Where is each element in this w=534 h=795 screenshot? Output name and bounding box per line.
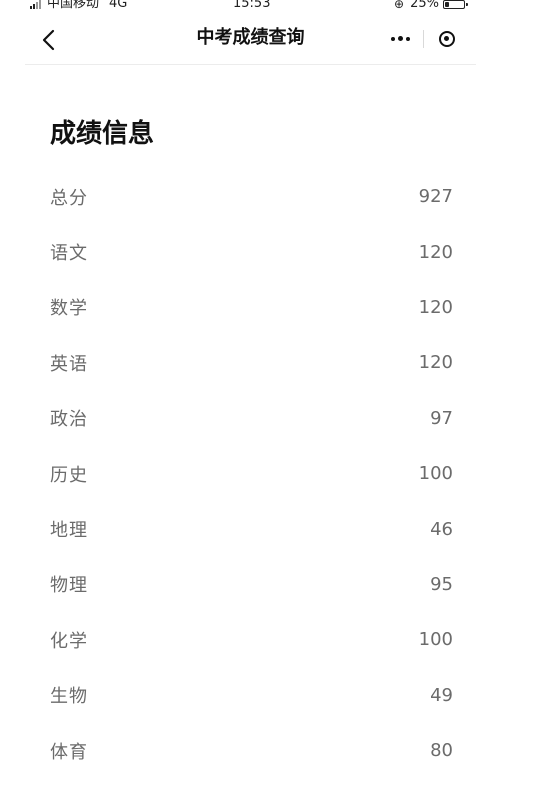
subject-label: 生物 bbox=[50, 686, 88, 708]
score-value: 46 bbox=[430, 518, 453, 540]
subject-label: 语文 bbox=[50, 243, 88, 265]
subject-label: 化学 bbox=[50, 630, 88, 652]
orientation-lock-icon: ⊕ bbox=[394, 0, 405, 11]
subject-label: 政治 bbox=[50, 409, 88, 431]
score-value: 120 bbox=[418, 296, 453, 318]
score-value: 100 bbox=[418, 463, 453, 485]
carrier-name: 中国移动 bbox=[47, 0, 100, 11]
score-row: 物理 95 bbox=[50, 557, 453, 612]
score-value: 120 bbox=[418, 241, 453, 263]
back-button[interactable] bbox=[39, 28, 59, 52]
battery-fill bbox=[444, 1, 449, 7]
nav-bar: 中考成绩查询 bbox=[25, 14, 476, 65]
score-row: 英语 120 bbox=[50, 335, 453, 390]
subject-label: 物理 bbox=[50, 575, 88, 597]
subject-label: 总分 bbox=[50, 187, 88, 209]
score-row: 总分 927 bbox=[50, 169, 453, 224]
score-value: 97 bbox=[430, 407, 453, 429]
mini-program-capsule bbox=[377, 22, 469, 55]
subject-label: 英语 bbox=[50, 353, 88, 375]
score-row: 地理 46 bbox=[50, 501, 453, 556]
subject-label: 数学 bbox=[50, 298, 88, 320]
score-list: 总分 927 语文 120 数学 120 英语 120 政治 97 历史 100 地理 46 … bbox=[50, 169, 453, 778]
score-row: 体育 80 bbox=[50, 723, 453, 778]
target-circle-icon bbox=[438, 30, 455, 47]
more-dots-icon bbox=[390, 36, 410, 41]
battery-percent: 25% bbox=[410, 0, 439, 11]
score-row: 数学 120 bbox=[50, 280, 453, 335]
status-right: ⊕ 25% bbox=[394, 0, 468, 11]
section-title: 成绩信息 bbox=[50, 119, 155, 149]
status-bar: 中国移动 4G 15:53 ⊕ 25% bbox=[0, 0, 476, 14]
signal-icon bbox=[30, 0, 41, 9]
status-left: 中国移动 4G bbox=[30, 0, 127, 11]
subject-label: 体育 bbox=[50, 741, 88, 763]
score-value: 100 bbox=[418, 629, 453, 651]
subject-label: 历史 bbox=[50, 464, 88, 486]
score-value: 49 bbox=[430, 684, 453, 706]
network-type: 4G bbox=[109, 0, 128, 11]
page: 中国移动 4G 15:53 ⊕ 25% 中考成绩查询 成绩信息 总分 927 语… bbox=[0, 0, 534, 795]
score-row: 生物 49 bbox=[50, 668, 453, 723]
close-button[interactable] bbox=[424, 22, 469, 55]
score-row: 化学 100 bbox=[50, 612, 453, 667]
battery-icon bbox=[442, 0, 468, 9]
status-time: 15:53 bbox=[233, 0, 271, 11]
score-value: 120 bbox=[418, 352, 453, 374]
subject-label: 地理 bbox=[50, 520, 88, 542]
score-value: 80 bbox=[430, 740, 453, 762]
chevron-left-icon bbox=[42, 29, 55, 51]
score-row: 历史 100 bbox=[50, 446, 453, 501]
score-row: 政治 97 bbox=[50, 391, 453, 446]
more-button[interactable] bbox=[377, 22, 423, 55]
score-value: 95 bbox=[430, 573, 453, 595]
score-value: 927 bbox=[418, 186, 453, 208]
score-row: 语文 120 bbox=[50, 224, 453, 279]
